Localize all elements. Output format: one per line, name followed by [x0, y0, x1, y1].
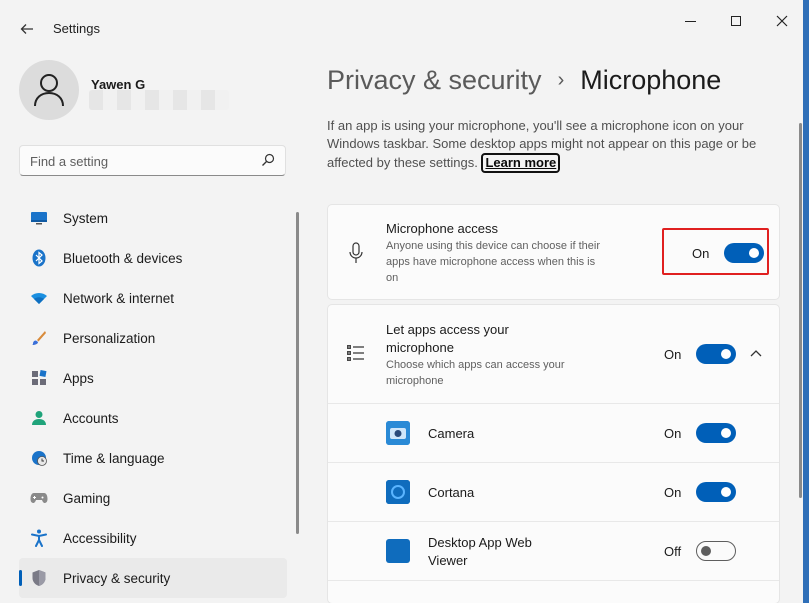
let-apps-access-title: Let apps access your microphone	[386, 322, 509, 355]
chevron-up-icon[interactable]	[748, 345, 764, 361]
arrow-left-icon	[20, 24, 33, 34]
sidebar-item-label: Bluetooth & devices	[63, 250, 183, 266]
app-name-desktop-web-viewer: Desktop App Web Viewer	[428, 535, 532, 568]
app-name-cortana: Cortana	[428, 485, 475, 500]
search-box[interactable]	[19, 145, 286, 176]
search-icon[interactable]	[261, 153, 275, 167]
maximize-icon	[731, 16, 741, 26]
gamepad-icon	[30, 489, 48, 507]
sidebar-item-label: Personalization	[63, 330, 156, 346]
highlight-annotation	[662, 228, 769, 275]
sidebar-item-gaming[interactable]: Gaming	[19, 478, 287, 518]
list-icon	[346, 343, 366, 363]
toggle-knob	[721, 487, 731, 497]
sidebar-item-label: System	[63, 210, 109, 226]
microphone-access-subtitle: Anyone using this device can choose if t…	[386, 240, 601, 284]
user-email-redacted	[89, 90, 229, 110]
sidebar-item-accessibility[interactable]: Accessibility	[19, 518, 287, 558]
camera-app-icon	[386, 421, 410, 445]
toggle-knob	[701, 546, 711, 556]
breadcrumb: Privacy & security › Microphone	[327, 62, 721, 98]
let-apps-access-toggle[interactable]	[696, 344, 736, 364]
breadcrumb-separator: ›	[557, 68, 565, 91]
learn-more-link[interactable]: Learn more	[481, 153, 561, 173]
page-title: Microphone	[580, 64, 722, 95]
close-icon	[776, 15, 788, 27]
settings-window: Settings Yawen G System	[0, 0, 809, 603]
sidebar-nav: System Bluetooth & devices Network & int…	[19, 198, 287, 598]
sidebar-item-label: Time & language	[63, 450, 165, 466]
sidebar-scrollbar[interactable]	[296, 212, 299, 534]
microphone-icon	[346, 241, 366, 265]
sidebar-item-label: Network & internet	[63, 290, 175, 306]
cortana-app-icon	[386, 480, 410, 504]
divider	[328, 462, 779, 463]
sidebar-item-accounts[interactable]: Accounts	[19, 398, 287, 438]
microphone-access-title: Microphone access	[386, 221, 498, 236]
sidebar-item-system[interactable]: System	[19, 198, 287, 238]
close-button[interactable]	[762, 8, 802, 34]
main-scrollbar[interactable]	[799, 123, 802, 498]
search-input[interactable]	[30, 152, 250, 170]
app-state-cortana: On	[664, 485, 682, 500]
cortana-toggle[interactable]	[696, 482, 736, 502]
shield-icon	[30, 569, 48, 587]
divider	[328, 580, 779, 581]
brush-icon	[30, 329, 48, 347]
divider	[328, 521, 779, 522]
web-viewer-app-icon	[386, 539, 410, 563]
user-icon	[34, 74, 64, 107]
clock-globe-icon	[30, 449, 48, 467]
sidebar-item-label: Accessibility	[63, 530, 137, 546]
sidebar-item-label: Privacy & security	[63, 570, 171, 586]
camera-toggle[interactable]	[696, 423, 736, 443]
sidebar-item-label: Gaming	[63, 490, 111, 506]
toggle-knob	[721, 349, 731, 359]
app-state-desktop-web-viewer: Off	[664, 544, 682, 559]
minimize-icon	[684, 20, 696, 22]
let-apps-access-card: Let apps access your microphone Choose w…	[327, 304, 780, 603]
back-button[interactable]	[14, 16, 40, 42]
sidebar-item-label: Accounts	[63, 410, 119, 426]
person-icon	[30, 409, 48, 427]
apps-icon	[30, 369, 48, 387]
accessibility-icon	[30, 529, 48, 547]
bluetooth-icon	[30, 249, 48, 267]
sidebar-item-label: Apps	[63, 370, 94, 386]
sidebar-item-personalization[interactable]: Personalization	[19, 318, 287, 358]
minimize-button[interactable]	[670, 8, 710, 34]
page-description: If an app is using your microphone, you'…	[327, 117, 787, 173]
monitor-icon	[30, 209, 48, 227]
title-bar: Settings	[0, 0, 803, 48]
desktop-web-viewer-toggle[interactable]	[696, 541, 736, 561]
maximize-button[interactable]	[716, 8, 756, 34]
sidebar-item-privacy-security[interactable]: Privacy & security	[19, 558, 287, 598]
sidebar-item-bluetooth[interactable]: Bluetooth & devices	[19, 238, 287, 278]
app-name-camera: Camera	[428, 426, 475, 441]
toggle-knob	[721, 428, 731, 438]
let-apps-access-subtitle: Choose which apps can access your microp…	[386, 359, 565, 387]
sidebar-item-time-language[interactable]: Time & language	[19, 438, 287, 478]
wifi-icon	[30, 289, 48, 307]
let-apps-access-state: On	[664, 347, 682, 362]
sidebar-item-apps[interactable]: Apps	[19, 358, 287, 398]
breadcrumb-parent[interactable]: Privacy & security	[327, 65, 542, 96]
divider	[328, 403, 779, 404]
avatar[interactable]	[19, 60, 79, 120]
app-title: Settings	[53, 21, 100, 36]
app-state-camera: On	[664, 426, 682, 441]
sidebar-item-network[interactable]: Network & internet	[19, 278, 287, 318]
